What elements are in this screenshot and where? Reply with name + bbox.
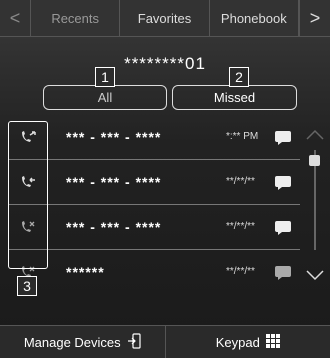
call-number: *** - *** - ****: [66, 129, 161, 145]
call-time: **/**/**: [226, 176, 255, 187]
manage-devices-button[interactable]: Manage Devices: [0, 326, 166, 358]
call-time: **/**/**: [226, 221, 255, 232]
phone-screen: < Recents Favorites Phonebook > ********…: [0, 0, 330, 357]
scroll-up-icon[interactable]: [305, 128, 325, 146]
tab-prev-arrow[interactable]: <: [0, 0, 31, 36]
message-icon[interactable]: [275, 131, 291, 142]
callout-2: 2: [229, 67, 249, 87]
call-row[interactable]: *** - *** - **** **/**/**: [8, 204, 300, 250]
filter-missed-label: Missed: [214, 90, 255, 105]
device-icon: [127, 333, 141, 352]
message-icon[interactable]: [275, 266, 291, 277]
scrollbar-thumb[interactable]: [309, 155, 320, 166]
tab-phonebook[interactable]: Phonebook: [210, 0, 299, 36]
call-row[interactable]: *** - *** - **** **/**/**: [8, 159, 300, 205]
call-row[interactable]: ****** **/**/**: [8, 249, 300, 294]
call-row[interactable]: *** - *** - **** *:** PM: [8, 114, 300, 160]
call-time: **/**/**: [226, 266, 255, 277]
bottom-bar: Manage Devices Keypad: [0, 325, 330, 358]
callout-1: 1: [95, 67, 115, 87]
call-number: *** - *** - ****: [66, 174, 161, 190]
keypad-button[interactable]: Keypad: [166, 326, 330, 358]
filter-all-label: All: [98, 90, 112, 105]
keypad-grid-icon: [266, 334, 280, 351]
phone-number: ********01: [0, 54, 330, 74]
filter-missed-button[interactable]: Missed: [172, 85, 297, 110]
call-number: *** - *** - ****: [66, 219, 161, 235]
call-type-icons-highlight: [8, 121, 48, 269]
tab-bar: < Recents Favorites Phonebook >: [0, 0, 330, 37]
message-icon[interactable]: [275, 221, 291, 232]
callout-3: 3: [17, 276, 37, 296]
message-icon[interactable]: [275, 176, 291, 187]
scroll-down-icon[interactable]: [305, 268, 325, 286]
manage-devices-label: Manage Devices: [24, 335, 121, 350]
filter-all-button[interactable]: All: [43, 85, 167, 110]
tab-next-arrow[interactable]: >: [299, 0, 330, 36]
keypad-label: Keypad: [216, 335, 260, 350]
call-number: ******: [66, 264, 105, 280]
tab-recents[interactable]: Recents: [31, 0, 120, 36]
call-time: *:** PM: [226, 131, 258, 142]
tab-favorites[interactable]: Favorites: [120, 0, 209, 36]
